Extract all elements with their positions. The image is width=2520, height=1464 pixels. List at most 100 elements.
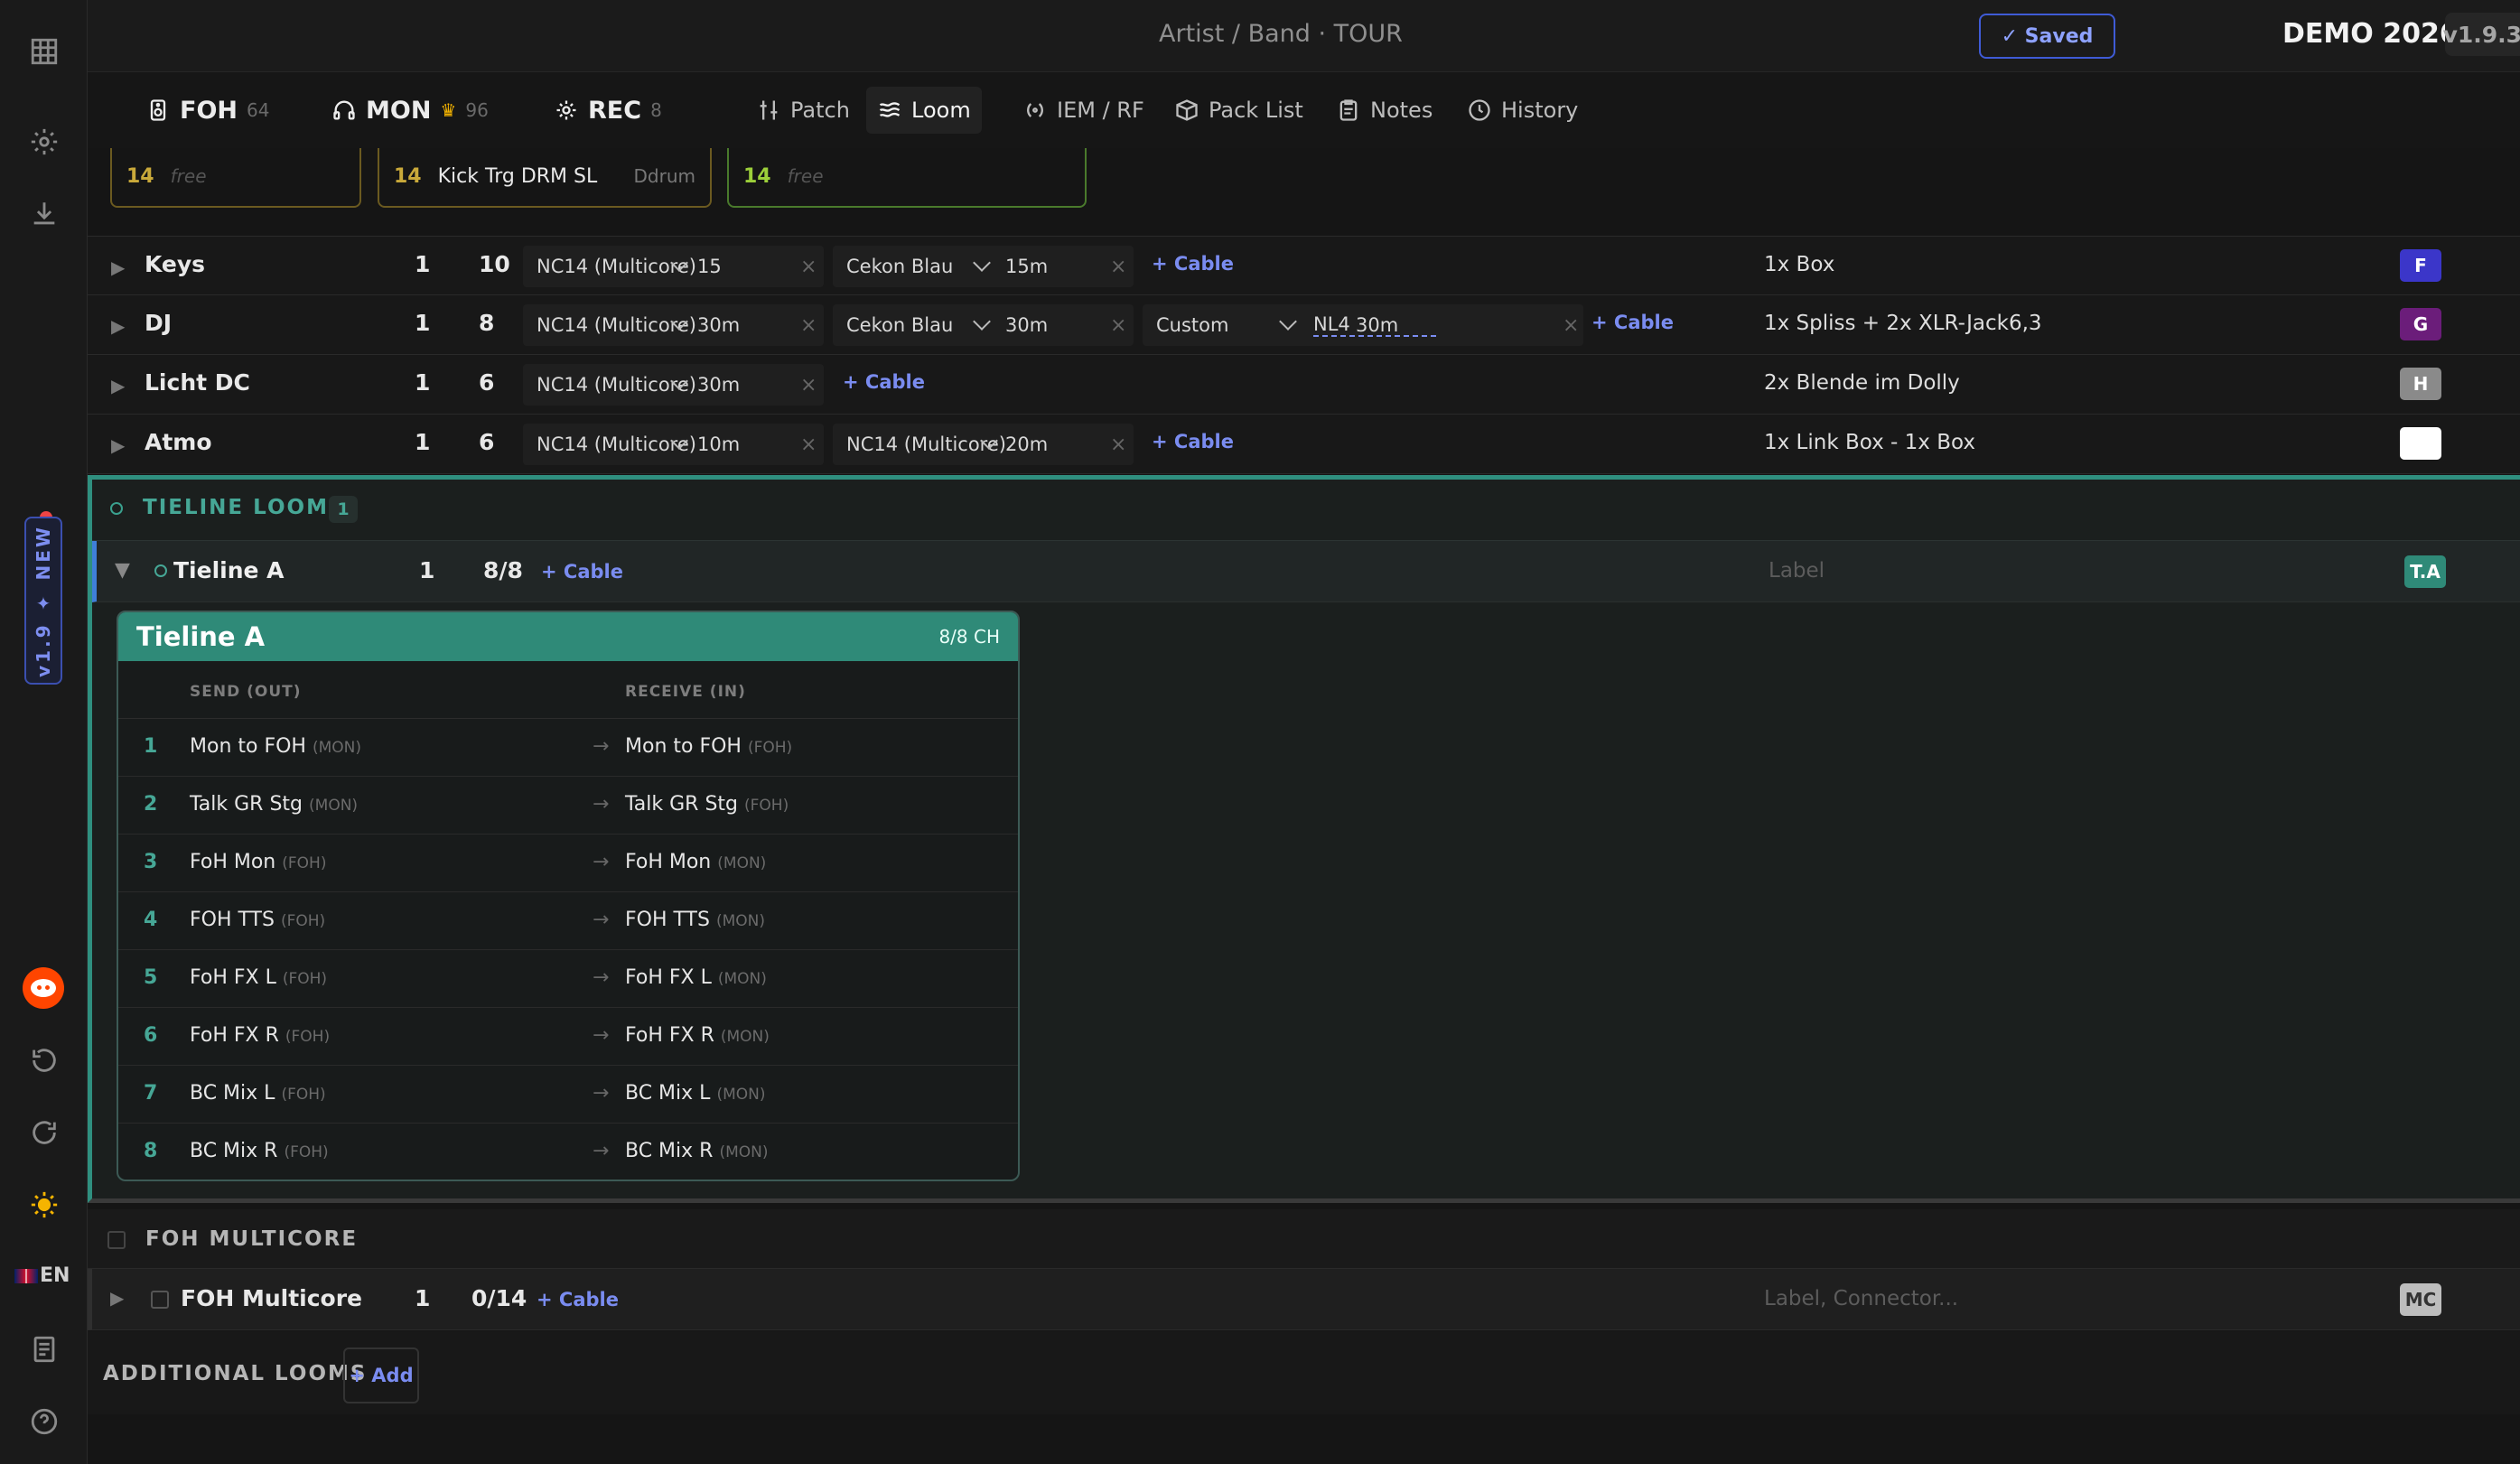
tab-history[interactable]: History [1456, 87, 1589, 134]
cable-segment[interactable]: Cekon Blau 30m × [833, 304, 1134, 346]
foh-multicore-section-header[interactable]: FOH MULTICORE [88, 1209, 2520, 1269]
loom-note[interactable]: 1x Spliss + 2x XLR-Jack6,3 [1764, 312, 2042, 335]
loom-badge[interactable]: MC [2400, 1283, 2441, 1316]
help-icon[interactable] [27, 1404, 61, 1439]
cable-segment[interactable]: NC14 (Multicore) 20m × [833, 424, 1134, 465]
tab-mon[interactable]: MON ♛ 96 [321, 87, 499, 134]
expand-icon[interactable]: ▶ [111, 434, 125, 456]
reddit-icon[interactable] [23, 967, 64, 1009]
close-icon[interactable]: × [800, 256, 817, 278]
download-icon[interactable] [27, 197, 61, 231]
cable-length: 15m [1005, 256, 1049, 277]
loom-note[interactable]: 1x Box [1764, 253, 1834, 276]
tab-rec[interactable]: REC 8 [543, 87, 673, 134]
expand-icon[interactable]: ▶ [111, 375, 125, 396]
close-icon[interactable]: × [1110, 314, 1126, 337]
tab-iem-rf[interactable]: IEM / RF [1012, 87, 1155, 134]
tieline-channel-row[interactable]: 1 Mon to FOH (MON) → Mon to FOH (FOH) [118, 719, 1018, 777]
close-icon[interactable]: × [800, 314, 817, 337]
radio-waves-icon [1027, 103, 1043, 117]
send-name: BC Mix L [190, 1082, 275, 1105]
sun-icon[interactable] [27, 1188, 61, 1222]
add-cable-button[interactable]: + Cable [1152, 253, 1234, 275]
channel-chip[interactable]: 14 free [727, 148, 1087, 208]
tab-bar: FOH 64 MON ♛ 96 REC 8 Patch Loom IEM / R… [88, 72, 2520, 148]
add-cable-button[interactable]: + Cable [1152, 431, 1234, 452]
loom-row-keys[interactable]: ▶ Keys 1 10 NC14 (Multicore) 15 × Cekon … [88, 236, 2520, 295]
loom-row-dj[interactable]: ▶ DJ 1 8 NC14 (Multicore) 30m × Cekon Bl… [88, 295, 2520, 355]
tab-rec-count: 8 [650, 99, 662, 121]
loom-row-licht-dc[interactable]: ▶ Licht DC 1 6 NC14 (Multicore) 30m × + … [88, 355, 2520, 415]
add-cable-button[interactable]: + Cable [537, 1289, 619, 1310]
close-icon[interactable]: × [800, 374, 817, 396]
collapse-icon[interactable]: ▼ [115, 559, 130, 582]
loom-checkbox[interactable] [151, 1291, 169, 1309]
cable-segment[interactable]: NC14 (Multicore) 10m × [523, 424, 824, 465]
tab-notes-label: Notes [1370, 98, 1433, 123]
cable-type: NC14 (Multicore) [537, 374, 696, 396]
add-cable-button[interactable]: + Cable [843, 371, 925, 393]
crown-icon: ♛ [440, 99, 457, 121]
close-icon[interactable]: × [800, 434, 817, 456]
loom-badge[interactable]: H [2400, 368, 2441, 400]
add-cable-button[interactable]: + Cable [1591, 312, 1674, 333]
cable-segment[interactable]: Custom NL4 30m × [1143, 304, 1583, 346]
arrow-right-icon: → [593, 793, 610, 816]
tab-loom-label: Loom [911, 98, 971, 123]
loom-badge[interactable] [2400, 427, 2441, 460]
tab-loom[interactable]: Loom [866, 87, 982, 134]
add-loom-button[interactable]: + Add [343, 1347, 419, 1403]
tieline-channel-row[interactable]: 7 BC Mix L (FOH) → BC Mix L (MON) [118, 1066, 1018, 1124]
receive-channel: FoH Mon (MON) [625, 851, 766, 873]
loom-badge[interactable]: F [2400, 249, 2441, 282]
grid-logo-icon[interactable] [27, 34, 61, 69]
tieline-channel-row[interactable]: 3 FoH Mon (FOH) → FoH Mon (MON) [118, 835, 1018, 892]
tieline-channel-row[interactable]: 4 FOH TTS (FOH) → FOH TTS (MON) [118, 892, 1018, 950]
label-input[interactable]: Label [1769, 559, 1825, 583]
tab-patch[interactable]: Patch [745, 87, 861, 134]
close-icon[interactable]: × [1110, 256, 1126, 278]
language-switch[interactable]: EN [14, 1264, 70, 1287]
close-icon[interactable]: × [1110, 434, 1126, 456]
cable-segment[interactable]: NC14 (Multicore) 30m × [523, 304, 824, 346]
expand-icon[interactable]: ▶ [111, 256, 125, 278]
loom-row-foh-multicore[interactable]: ▶ FOH Multicore 1 0/14 + Cable Label, Co… [88, 1269, 2520, 1330]
receive-tag: (MON) [715, 912, 765, 930]
tab-pack-list[interactable]: Pack List [1163, 87, 1314, 134]
uk-flag-icon [14, 1269, 38, 1283]
loom-row-atmo[interactable]: ▶ Atmo 1 6 NC14 (Multicore) 10m × NC14 (… [88, 415, 2520, 474]
tieline-channel-row[interactable]: 6 FoH FX R (FOH) → FoH FX R (MON) [118, 1008, 1018, 1066]
cable-segment[interactable]: NC14 (Multicore) 15 × [523, 246, 824, 287]
saved-button[interactable]: ✓ Saved [1979, 14, 2115, 59]
document-icon[interactable] [27, 1332, 61, 1366]
loom-note[interactable]: 1x Link Box - 1x Box [1764, 431, 1975, 454]
loom-badge[interactable]: G [2400, 308, 2441, 340]
loom-badge[interactable]: T.A [2404, 555, 2446, 588]
tieline-channel-row[interactable]: 8 BC Mix R (FOH) → BC Mix R (MON) [118, 1124, 1018, 1180]
expand-icon[interactable]: ▶ [110, 1287, 124, 1309]
tieline-section-header[interactable]: TIELINE LOOMS 1 [92, 480, 2520, 541]
channel-chip[interactable]: 14 Kick Trg DRM SL Ddrum [378, 148, 712, 208]
loom-row-tieline-a[interactable]: ▼ Tieline A 1 8/8 + Cable Label T.A [92, 541, 2520, 602]
tieline-channel-row[interactable]: 5 FoH FX L (FOH) → FoH FX L (MON) [118, 950, 1018, 1008]
cable-length: 10m [697, 434, 741, 455]
cable-segment[interactable]: NC14 (Multicore) 30m × [523, 364, 824, 406]
tab-foh[interactable]: FOH 64 [135, 87, 280, 134]
new-version-badge[interactable]: v1.9 ✦ NEW [24, 517, 62, 685]
close-icon[interactable]: × [1563, 314, 1579, 337]
redo-icon[interactable] [27, 1115, 61, 1150]
section-checkbox[interactable] [107, 1231, 126, 1249]
undo-icon[interactable] [27, 1043, 61, 1077]
gear-icon[interactable] [27, 125, 61, 159]
add-cable-button[interactable]: + Cable [541, 561, 623, 583]
tab-notes[interactable]: Notes [1325, 87, 1443, 134]
expand-icon[interactable]: ▶ [111, 315, 125, 337]
loom-note[interactable]: 2x Blende im Dolly [1764, 371, 1960, 395]
send-header: SEND (OUT) [190, 683, 302, 701]
send-name: Talk GR Stg [190, 793, 303, 816]
tieline-channel-row[interactable]: 2 Talk GR Stg (MON) → Talk GR Stg (FOH) [118, 777, 1018, 835]
label-connector-input[interactable]: Label, Connector... [1764, 1287, 1958, 1310]
channel-chip[interactable]: 14 free [110, 148, 361, 208]
loom-qty: 1 [419, 557, 435, 583]
cable-segment[interactable]: Cekon Blau 15m × [833, 246, 1134, 287]
